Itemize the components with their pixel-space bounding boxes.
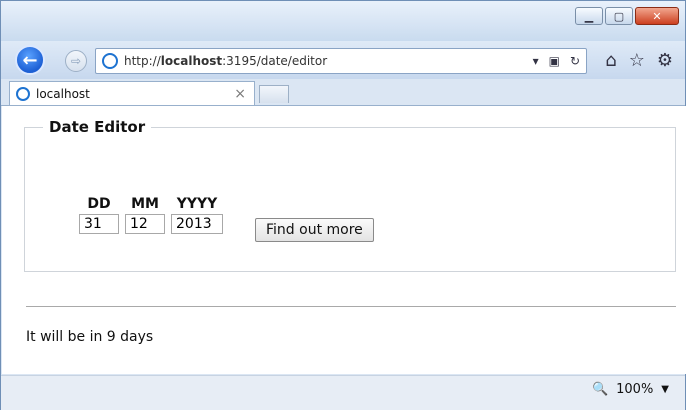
window-controls: ▁ ▢ ✕	[575, 7, 679, 25]
day-column: DD	[79, 196, 119, 234]
forward-arrow-icon: ⇨	[70, 54, 82, 68]
fieldset-legend: Date Editor	[49, 118, 146, 136]
month-input[interactable]	[125, 214, 165, 234]
browser-window: ▁ ▢ ✕ ← ⇨ http://localhost:3195/date/edi…	[0, 0, 686, 410]
back-arrow-icon: ←	[22, 49, 38, 71]
status-bar: 🔍 100% ▼	[1, 375, 685, 410]
back-button[interactable]: ←	[15, 45, 45, 75]
gear-icon[interactable]: ⚙	[657, 50, 673, 71]
year-column: YYYY	[171, 196, 223, 234]
titlebar: ▁ ▢ ✕	[1, 1, 685, 41]
navigation-bar: ← ⇨ http://localhost:3195/date/editor ▾ …	[1, 41, 685, 79]
address-tools: ▾ ▣ ↻	[533, 54, 580, 68]
divider	[26, 306, 676, 307]
url-prefix: http://	[124, 54, 161, 68]
toolbar-icons: ⌂ ☆ ⚙	[605, 50, 673, 71]
ie-page-icon	[102, 53, 118, 69]
tab-strip: localhost ×	[1, 79, 685, 106]
zoom-icon: 🔍	[591, 382, 609, 397]
url-rest: :3195/date/editor	[222, 54, 328, 68]
home-icon[interactable]: ⌂	[605, 50, 616, 71]
tab-title: localhost	[36, 86, 90, 101]
close-window-button[interactable]: ✕	[635, 7, 679, 25]
address-url[interactable]: http://localhost:3195/date/editor	[124, 54, 533, 68]
star-icon[interactable]: ☆	[629, 50, 645, 71]
month-column: MM	[125, 196, 165, 234]
maximize-button[interactable]: ▢	[605, 7, 633, 25]
address-bar[interactable]: http://localhost:3195/date/editor ▾ ▣ ↻	[95, 48, 587, 74]
zoom-dropdown-icon[interactable]: ▼	[661, 384, 669, 395]
find-out-more-button[interactable]: Find out more	[255, 218, 374, 242]
zoom-level: 100%	[616, 382, 654, 397]
minimize-button[interactable]: ▁	[575, 7, 603, 25]
url-host: localhost	[160, 54, 223, 68]
new-tab-button[interactable]	[259, 85, 289, 103]
zoom-control[interactable]: 🔍 100% ▼	[592, 382, 669, 397]
refresh-icon[interactable]: ↻	[570, 54, 580, 68]
dropdown-icon[interactable]: ▾	[533, 54, 539, 68]
compat-view-icon[interactable]: ▣	[549, 54, 560, 68]
date-editor-fieldset: Date Editor DD MM YYYY Find out more	[24, 118, 676, 272]
year-label: YYYY	[176, 196, 218, 212]
page-content: Date Editor DD MM YYYY Find out more It …	[2, 106, 686, 374]
result-text: It will be in 9 days	[26, 329, 154, 345]
forward-button[interactable]: ⇨	[65, 50, 87, 72]
tab-ie-icon	[16, 86, 30, 101]
day-label: DD	[87, 196, 111, 212]
month-label: MM	[131, 196, 159, 212]
tab-localhost[interactable]: localhost ×	[9, 81, 255, 105]
day-input[interactable]	[79, 214, 119, 234]
close-tab-icon[interactable]: ×	[234, 86, 246, 102]
year-input[interactable]	[171, 214, 223, 234]
